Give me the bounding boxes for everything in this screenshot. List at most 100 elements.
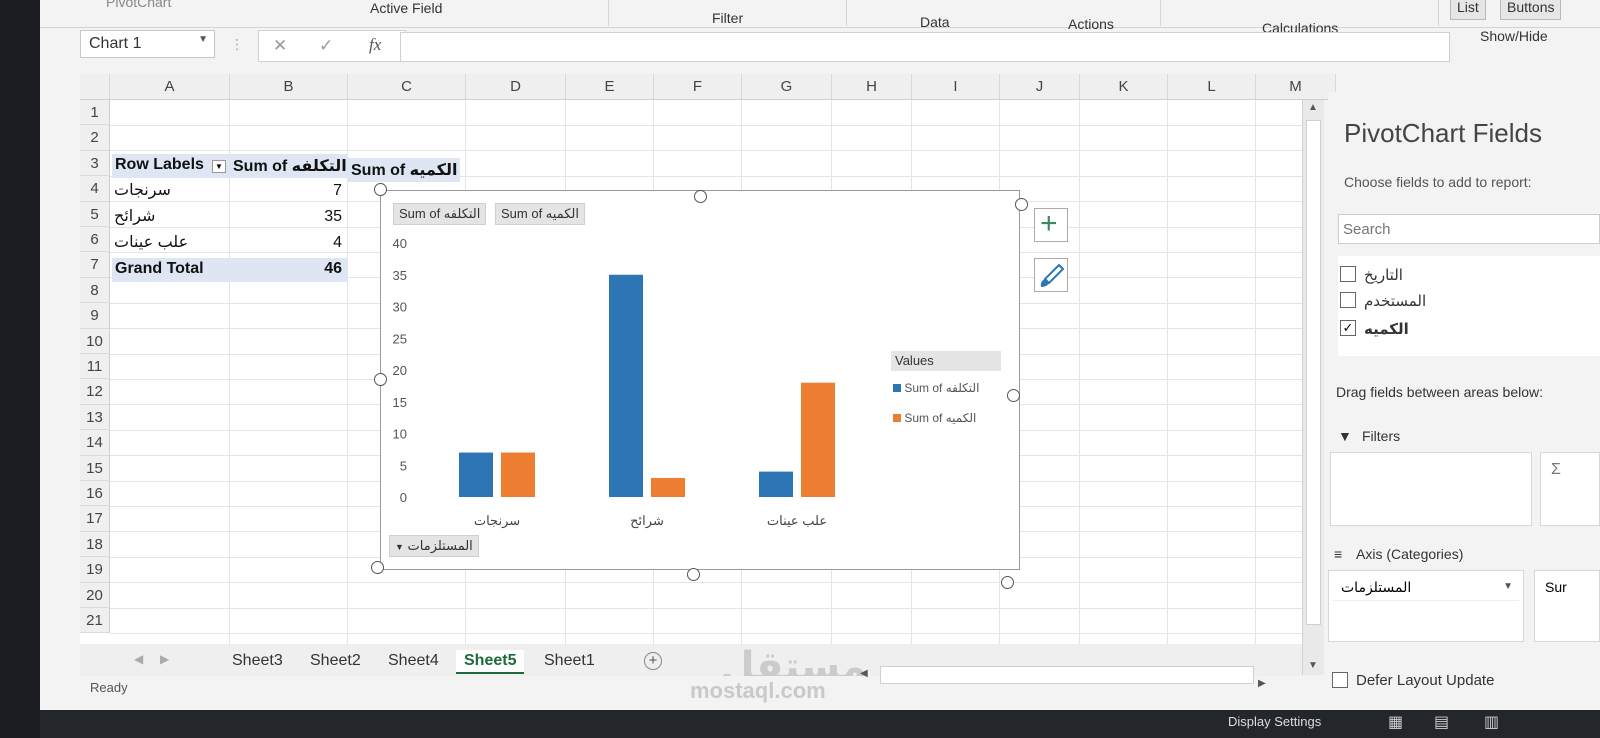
- field-label-qty[interactable]: الكميه: [1364, 320, 1409, 338]
- more-options-icon[interactable]: ⋮: [230, 36, 244, 53]
- ribbon-group-filter[interactable]: Filter: [712, 10, 743, 26]
- scroll-thumb[interactable]: [1306, 120, 1321, 625]
- resize-handle[interactable]: [374, 373, 387, 386]
- row-header-19[interactable]: 19: [80, 557, 110, 583]
- ribbon-group-pivotchart[interactable]: PivotChart: [106, 0, 171, 10]
- pivot-chart[interactable]: Sum of التكلفه Sum of الكميه 40 35 30 25 20 1…: [380, 190, 1020, 570]
- field-search-input[interactable]: [1338, 214, 1600, 244]
- row-header-2[interactable]: 2: [80, 125, 110, 151]
- enter-icon[interactable]: ✓: [319, 36, 333, 56]
- display-settings-link[interactable]: Display Settings: [1228, 714, 1321, 729]
- pivot-row-value[interactable]: 35: [230, 208, 342, 226]
- horizontal-scrollbar[interactable]: [880, 666, 1254, 684]
- resize-handle[interactable]: [374, 183, 387, 196]
- resize-handle[interactable]: [371, 561, 384, 574]
- resize-handle[interactable]: [1015, 198, 1028, 211]
- column-header-a[interactable]: A: [110, 74, 230, 100]
- vertical-scrollbar[interactable]: ▲ ▼: [1302, 100, 1324, 675]
- row-header-17[interactable]: 17: [80, 506, 110, 532]
- column-header-c[interactable]: C: [348, 74, 466, 100]
- row-header-14[interactable]: 14: [80, 430, 110, 456]
- grid-view-icon[interactable]: ▦: [1388, 712, 1403, 732]
- axis-drop-area[interactable]: المستلزمات ▼: [1328, 570, 1524, 642]
- row-header-6[interactable]: 6: [80, 227, 110, 253]
- row-header-16[interactable]: 16: [80, 481, 110, 507]
- column-header-m[interactable]: M: [1256, 74, 1336, 100]
- sheet-tab-sheet2[interactable]: Sheet2: [302, 650, 369, 672]
- chevron-down-icon[interactable]: ▼: [198, 34, 208, 45]
- column-header-f[interactable]: F: [654, 74, 742, 100]
- chart-axis-field-button[interactable]: ▼ المستلزمات: [389, 535, 479, 557]
- row-header-4[interactable]: 4: [80, 176, 110, 202]
- field-checkbox-user[interactable]: [1340, 292, 1356, 308]
- legend-item-qty[interactable]: Sum of الكميه: [893, 411, 976, 425]
- tab-scroll-left-icon[interactable]: ◀: [134, 652, 143, 666]
- column-header-l[interactable]: L: [1168, 74, 1256, 100]
- insert-function-icon[interactable]: fx: [369, 35, 381, 55]
- resize-handle[interactable]: [1001, 576, 1014, 589]
- values-drop-area[interactable]: Σ: [1540, 452, 1600, 526]
- hscroll-left-icon[interactable]: ◀: [860, 668, 868, 679]
- tab-scroll-right-icon[interactable]: ▶: [160, 652, 169, 666]
- pivot-row-value[interactable]: 7: [230, 182, 342, 200]
- ribbon-group-show-hide[interactable]: Show/Hide: [1480, 28, 1548, 44]
- row-header-10[interactable]: 10: [80, 328, 110, 354]
- pivot-row-value[interactable]: 4: [230, 234, 342, 252]
- pivot-row-label[interactable]: علب عينات: [114, 232, 188, 252]
- row-header-15[interactable]: 15: [80, 455, 110, 481]
- pivot-row-label[interactable]: شرائح: [114, 206, 155, 226]
- hscroll-right-icon[interactable]: ▶: [1258, 678, 1266, 689]
- scroll-up-icon[interactable]: ▲: [1308, 102, 1318, 113]
- column-header-b[interactable]: B: [230, 74, 348, 100]
- field-checkbox-qty[interactable]: ✓: [1340, 320, 1356, 336]
- ribbon-group-data[interactable]: Data: [920, 14, 950, 30]
- column-header-j[interactable]: J: [1000, 74, 1080, 100]
- column-header-k[interactable]: K: [1080, 74, 1168, 100]
- resize-handle[interactable]: [687, 568, 700, 581]
- column-header-d[interactable]: D: [466, 74, 566, 100]
- name-box[interactable]: Chart 1 ▼: [80, 30, 215, 58]
- legend-item-cost[interactable]: Sum of التكلفه: [893, 381, 979, 395]
- field-label-date[interactable]: التاريخ: [1364, 266, 1403, 284]
- page-break-icon[interactable]: ▥: [1484, 712, 1499, 732]
- values-area[interactable]: Sur: [1534, 570, 1600, 642]
- field-checkbox-date[interactable]: [1340, 266, 1356, 282]
- pivot-header-sum-qty[interactable]: Sum of الكميه: [348, 158, 460, 182]
- select-all-corner[interactable]: [80, 74, 110, 100]
- chevron-down-icon[interactable]: ▼: [1503, 581, 1513, 592]
- cancel-icon[interactable]: ✕: [273, 36, 287, 56]
- sheet-tab-sheet5[interactable]: Sheet5: [456, 650, 525, 674]
- sheet-tab-sheet1[interactable]: Sheet1: [536, 650, 603, 672]
- resize-handle[interactable]: [694, 190, 707, 203]
- row-header-13[interactable]: 13: [80, 404, 110, 431]
- row-header-9[interactable]: 9: [80, 303, 110, 329]
- row-header-8[interactable]: 8: [80, 277, 110, 304]
- column-header-g[interactable]: G: [742, 74, 832, 100]
- row-header-12[interactable]: 12: [80, 379, 110, 405]
- field-label-user[interactable]: المستخدم: [1364, 292, 1426, 310]
- row-header-20[interactable]: 20: [80, 582, 110, 608]
- sheet-tab-sheet3[interactable]: Sheet3: [224, 650, 291, 672]
- legend-title[interactable]: Values: [891, 351, 1001, 371]
- pivot-row-label[interactable]: سرنجات: [114, 180, 171, 200]
- field-buttons-button[interactable]: Buttons: [1500, 0, 1562, 20]
- defer-layout-checkbox[interactable]: [1332, 672, 1348, 688]
- pivot-grand-total-value[interactable]: 46: [230, 258, 348, 282]
- pivot-header-sum-cost[interactable]: Sum of التكلفه: [230, 154, 348, 178]
- row-header-3[interactable]: 3: [80, 150, 110, 177]
- add-sheet-icon[interactable]: +: [644, 652, 662, 670]
- row-header-11[interactable]: 11: [80, 354, 110, 380]
- formula-input[interactable]: [400, 32, 1450, 62]
- ribbon-group-active-field[interactable]: Active Field: [370, 0, 442, 16]
- field-list-button[interactable]: List: [1450, 0, 1486, 20]
- pivot-grand-total-label[interactable]: Grand Total: [112, 258, 230, 282]
- column-header-i[interactable]: I: [912, 74, 1000, 100]
- row-header-18[interactable]: 18: [80, 531, 110, 558]
- row-header-5[interactable]: 5: [80, 201, 110, 227]
- resize-handle[interactable]: [1007, 389, 1020, 402]
- page-layout-icon[interactable]: ▤: [1434, 712, 1449, 732]
- column-header-e[interactable]: E: [566, 74, 654, 100]
- row-header-1[interactable]: 1: [80, 100, 110, 126]
- axis-field-pill[interactable]: المستلزمات ▼: [1333, 575, 1519, 601]
- row-header-21[interactable]: 21: [80, 608, 110, 634]
